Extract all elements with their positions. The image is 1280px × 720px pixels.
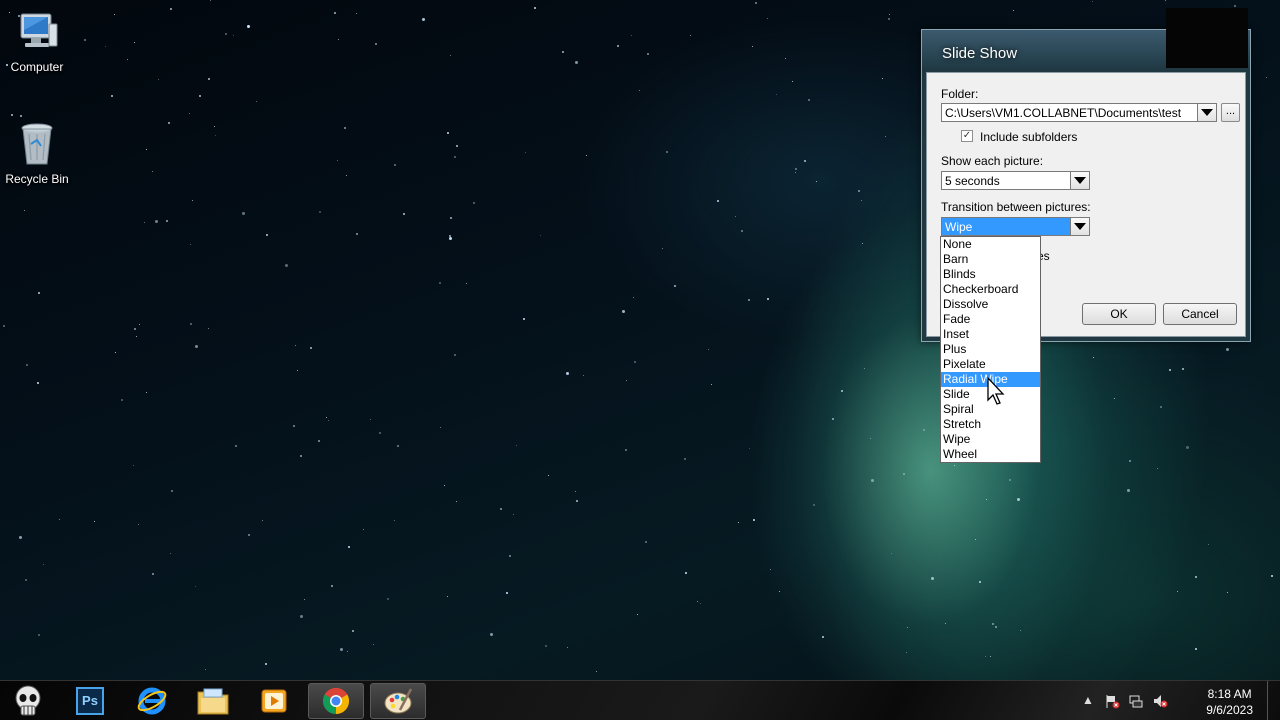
chrome-icon: [322, 687, 350, 715]
chevron-down-icon[interactable]: [1070, 172, 1089, 189]
dropdown-option[interactable]: None: [941, 237, 1040, 252]
browse-button[interactable]: ...: [1221, 103, 1240, 122]
dropdown-option[interactable]: Plus: [941, 342, 1040, 357]
folder-label: Folder:: [941, 87, 979, 101]
recycle-bin-icon: [13, 120, 61, 168]
dropdown-option[interactable]: Stretch: [941, 417, 1040, 432]
network-icon[interactable]: [1128, 693, 1144, 709]
internet-explorer-icon: [137, 687, 167, 715]
show-hidden-icons-icon[interactable]: ▲: [1080, 693, 1096, 709]
cancel-button[interactable]: Cancel: [1163, 303, 1237, 325]
include-subfolders-label: Include subfolders: [980, 130, 1078, 144]
desktop-icon-recycle-bin[interactable]: Recycle Bin: [0, 120, 74, 186]
show-each-combobox[interactable]: 5 seconds: [941, 171, 1090, 190]
dialog-title: Slide Show: [942, 45, 1018, 62]
media-player-icon: [261, 689, 287, 713]
title-bar-overlay: [1166, 8, 1248, 68]
paint-icon: [384, 688, 413, 714]
system-tray: ▲ 8:18 AM 9/6/2023: [1080, 681, 1280, 720]
dropdown-option[interactable]: Dissolve: [941, 297, 1040, 312]
taskbar-internet-explorer[interactable]: [124, 683, 180, 719]
folder-value: C:\Users\VM1.COLLABNET\Documents\test: [945, 106, 1182, 120]
action-center-flag-icon[interactable]: [1104, 693, 1120, 709]
show-each-value: 5 seconds: [945, 174, 1000, 188]
transition-dropdown-list[interactable]: None Barn Blinds Checkerboard Dissolve Fade In…: [940, 236, 1041, 463]
taskbar-chrome[interactable]: [308, 683, 364, 719]
punisher-skull-icon: [15, 685, 41, 716]
desktop-icon-label: Recycle Bin: [5, 172, 69, 186]
taskbar-media-player[interactable]: [246, 683, 302, 719]
dropdown-option[interactable]: Checkerboard: [941, 282, 1040, 297]
dropdown-option[interactable]: Pixelate: [941, 357, 1040, 372]
clock[interactable]: 8:18 AM 9/6/2023: [1206, 686, 1253, 718]
ok-button[interactable]: OK: [1082, 303, 1156, 325]
dropdown-option[interactable]: Wipe: [941, 432, 1040, 447]
taskbar-photoshop[interactable]: Ps: [62, 683, 118, 719]
dropdown-option[interactable]: Barn: [941, 252, 1040, 267]
transition-value: Wipe: [945, 220, 973, 234]
dropdown-option[interactable]: Inset: [941, 327, 1040, 342]
taskbar-paint[interactable]: [370, 683, 426, 719]
include-subfolders-checkbox[interactable]: ✓: [961, 130, 973, 142]
chevron-down-icon[interactable]: [1197, 104, 1216, 121]
clock-time: 8:18 AM: [1207, 687, 1252, 701]
clock-date: 9/6/2023: [1206, 703, 1253, 717]
dropdown-option[interactable]: Blinds: [941, 267, 1040, 282]
desktop-icon-label: Computer: [10, 60, 64, 74]
mouse-cursor-icon: [986, 376, 1008, 409]
volume-muted-icon[interactable]: [1152, 693, 1168, 709]
dropdown-option[interactable]: Fade: [941, 312, 1040, 327]
desktop-icon-computer[interactable]: Computer: [0, 8, 74, 74]
transition-label: Transition between pictures:: [941, 200, 1091, 214]
transition-combobox[interactable]: Wipe: [941, 217, 1090, 236]
chevron-down-icon[interactable]: [1070, 218, 1089, 235]
show-each-label: Show each picture:: [941, 154, 1044, 168]
folder-combobox[interactable]: C:\Users\VM1.COLLABNET\Documents\test: [941, 103, 1217, 122]
dropdown-option[interactable]: Wheel: [941, 447, 1040, 462]
photoshop-icon: Ps: [76, 687, 104, 715]
computer-icon: [13, 8, 61, 56]
taskbar-file-explorer[interactable]: [185, 683, 241, 719]
start-button[interactable]: [0, 683, 56, 719]
show-desktop-button[interactable]: [1267, 681, 1280, 720]
taskbar: Ps ▲ 8:18 AM 9/6/2023: [0, 680, 1280, 720]
file-explorer-icon: [197, 688, 229, 715]
